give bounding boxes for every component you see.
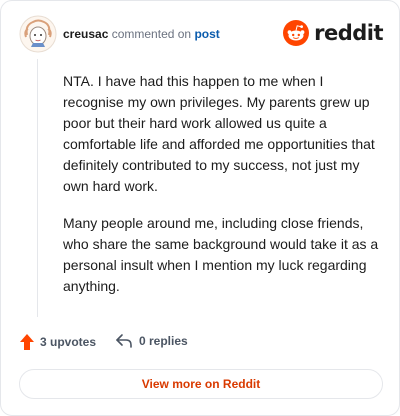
avatar[interactable] (19, 15, 57, 53)
reddit-wordmark: reddit (314, 21, 383, 45)
reddit-comment-embed: creusac commented on post reddit NTA. I … (0, 0, 400, 416)
post-link[interactable]: post (194, 27, 219, 41)
reply-count: 0 replies (139, 334, 188, 348)
comment-paragraph: NTA. I have had this happen to me when I… (63, 73, 375, 194)
comment-paragraph: Many people around me, including close f… (63, 215, 379, 294)
comment-body: NTA. I have had this happen to me when I… (63, 71, 383, 313)
replies-button[interactable]: 0 replies (115, 333, 188, 349)
byline: creusac commented on post (63, 27, 220, 41)
view-more-on-reddit-button[interactable]: View more on Reddit (19, 369, 383, 399)
avatar-icon (19, 15, 57, 53)
byline-verb: commented on (111, 27, 192, 41)
reddit-logo[interactable]: reddit (283, 19, 383, 47)
upvote-arrow-icon (20, 334, 34, 350)
thread-line (37, 59, 38, 317)
reddit-alien-icon (283, 20, 310, 46)
upvote-button[interactable]: 3 upvotes (19, 333, 96, 351)
username-link[interactable]: creusac (63, 27, 108, 41)
upvote-count: 3 upvotes (40, 335, 97, 349)
comment-header: creusac commented on post reddit (19, 15, 383, 53)
reply-arrow-icon (116, 334, 132, 348)
comment-footer: 3 upvotes 0 replies (19, 333, 383, 355)
